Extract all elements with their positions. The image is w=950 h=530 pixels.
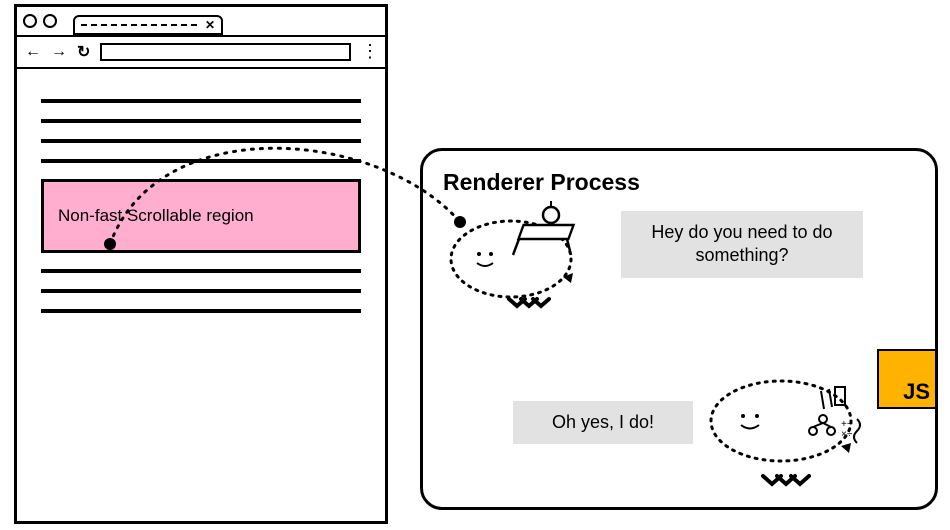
compositor-thread-character [441, 199, 611, 309]
main-thread-character: +− ×÷ [701, 361, 871, 471]
forward-icon: → [51, 43, 67, 61]
nonfast-region: Non-fast Scrollable region [41, 179, 361, 253]
renderer-process-panel: Renderer Process Hey do you need to do s… [420, 148, 938, 510]
menu-icon: ⋮ [361, 48, 377, 55]
js-label: JS [903, 379, 930, 405]
svg-text:×÷: ×÷ [841, 429, 853, 440]
titlebar: ✕ [17, 7, 385, 37]
bubble-text: Oh yes, I do! [552, 412, 654, 432]
text-line [41, 139, 361, 143]
bubble-text: Hey do you need to do something? [651, 222, 832, 265]
reload-icon: ↻ [77, 42, 90, 62]
back-icon: ← [25, 43, 41, 61]
text-line [41, 159, 361, 163]
region-label: Non-fast Scrollable region [58, 206, 254, 225]
close-icon: ✕ [205, 18, 215, 32]
text-line [41, 289, 361, 293]
tab: ✕ [73, 15, 223, 35]
url-bar [100, 43, 351, 61]
renderer-title: Renderer Process [443, 169, 915, 196]
speech-bubble-compositor: Hey do you need to do something? [621, 211, 863, 278]
page-content: Non-fast Scrollable region [17, 69, 385, 343]
text-line [41, 269, 361, 273]
speech-bubble-mainthread: Oh yes, I do! [513, 401, 693, 444]
text-line [41, 99, 361, 103]
text-line [41, 309, 361, 313]
window-button-icon [23, 14, 37, 28]
browser-window: ✕ ← → ↻ ⋮ Non-fast Scrollable region [14, 4, 388, 524]
window-button-icon [43, 14, 57, 28]
text-line [41, 119, 361, 123]
js-badge: JS [877, 349, 937, 409]
toolbar: ← → ↻ ⋮ [17, 37, 385, 69]
